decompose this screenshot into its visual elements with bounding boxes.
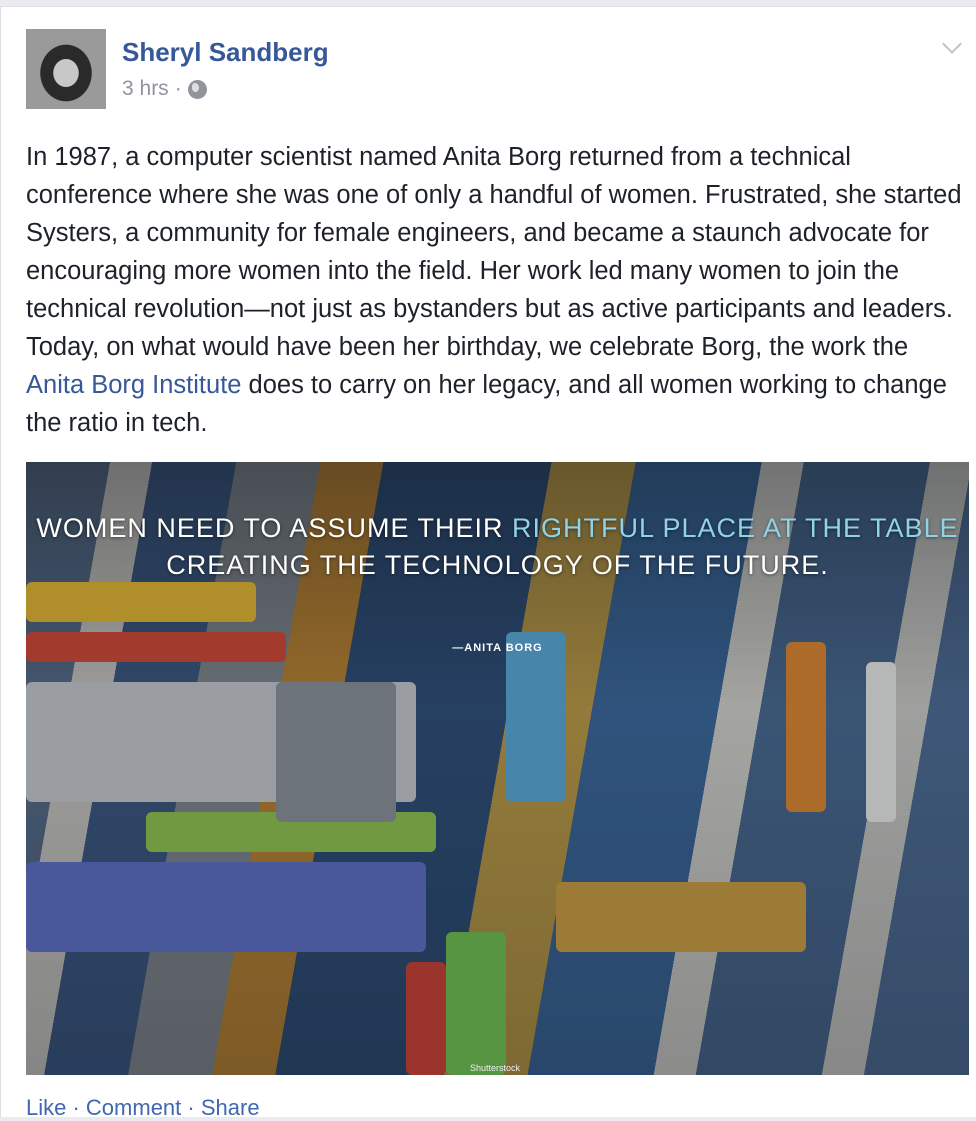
post-image[interactable]: WOMEN NEED TO ASSUME THEIR RIGHTFUL PLAC… [26, 462, 969, 1075]
quote-text: CREATING THE TECHNOLOGY OF THE FUTURE. [166, 550, 829, 580]
chevron-down-icon[interactable] [942, 34, 962, 54]
author-name-link[interactable]: Sheryl Sandberg [122, 37, 329, 68]
image-credit: Shutterstock [470, 1063, 521, 1073]
post-meta: 3 hrs · [122, 77, 207, 101]
comment-link[interactable]: Comment [86, 1095, 181, 1120]
timestamp-link[interactable]: 3 hrs [122, 77, 169, 101]
avatar[interactable] [26, 29, 106, 109]
globe-icon[interactable] [187, 79, 207, 99]
post-text-part: In 1987, a computer scientist named Anit… [26, 143, 962, 361]
image-quote: WOMEN NEED TO ASSUME THEIR RIGHTFUL PLAC… [26, 510, 969, 584]
quote-attribution: —ANITA BORG [452, 642, 543, 654]
action-separator: · [66, 1095, 86, 1120]
share-link[interactable]: Share [201, 1095, 260, 1120]
quote-highlight: RIGHTFUL PLACE AT THE TABLE [511, 513, 959, 543]
like-link[interactable]: Like [26, 1095, 66, 1120]
post-actions: Like · Comment · Share [26, 1095, 260, 1121]
quote-text: WOMEN NEED TO ASSUME THEIR [36, 513, 512, 543]
meta-separator: · [174, 77, 182, 100]
anita-borg-institute-link[interactable]: Anita Borg Institute [26, 371, 241, 399]
action-separator: · [181, 1095, 201, 1120]
post-text: In 1987, a computer scientist named Anit… [26, 138, 966, 442]
post-card: Sheryl Sandberg 3 hrs · In 1987, a compu… [0, 6, 976, 1120]
